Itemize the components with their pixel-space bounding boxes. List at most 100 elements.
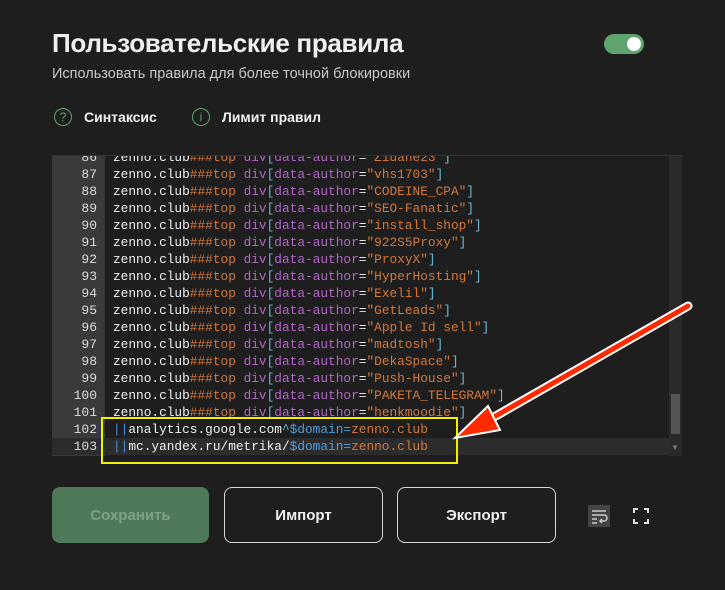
code-token: data-author	[274, 235, 359, 250]
editor-scrollbar[interactable]: ▼	[669, 156, 682, 456]
code-token: data-author	[274, 218, 359, 233]
code-line[interactable]: 95 zenno.club###top div[data-author="GetL…	[52, 302, 682, 319]
code-lines[interactable]: 86 zenno.club###top div[data-author="Zida…	[52, 155, 682, 455]
code-line[interactable]: 99 zenno.club###top div[data-author="Push…	[52, 370, 682, 387]
code-token: data-author	[274, 286, 359, 301]
code-token: div	[235, 337, 267, 352]
line-code: zenno.club###top div[data-author="Zidane…	[113, 155, 451, 166]
code-line[interactable]: 92 zenno.club###top div[data-author="Prox…	[52, 251, 682, 268]
code-token: ###	[189, 388, 213, 403]
code-token: data-author	[274, 303, 359, 318]
code-token: ]	[427, 286, 436, 301]
scrollbar-thumb[interactable]	[671, 394, 680, 434]
code-token: zenno.club	[113, 320, 190, 335]
line-code: zenno.club###top div[data-author="PAKETA…	[113, 387, 505, 404]
code-token: ###	[189, 184, 213, 199]
code-token: top	[212, 218, 236, 233]
code-token: zenno.club	[113, 167, 190, 182]
line-number: 96	[81, 320, 97, 335]
code-line[interactable]: 86 zenno.club###top div[data-author="Zida…	[52, 155, 682, 166]
line-code: zenno.club###top div[data-author="Exelil…	[113, 285, 436, 302]
code-token: "PAKETA_TELEGRAM"	[366, 388, 498, 403]
code-token: div	[235, 252, 267, 267]
code-token: ###	[189, 155, 213, 165]
code-token: ###	[189, 201, 213, 216]
syntax-link[interactable]: ? Синтаксис	[54, 108, 157, 126]
code-token: "GetLeads"	[366, 303, 444, 318]
code-token: ###	[189, 218, 213, 233]
line-number: 99	[81, 371, 97, 386]
code-token: zenno.club	[113, 201, 190, 216]
code-token: data-author	[274, 184, 359, 199]
code-token: ]	[435, 337, 444, 352]
code-token: top	[212, 371, 236, 386]
line-number: 95	[81, 303, 97, 318]
code-line[interactable]: 91 zenno.club###top div[data-author="922S…	[52, 234, 682, 251]
code-token: zenno.club	[113, 286, 190, 301]
code-token: ]	[497, 388, 505, 403]
code-token: ###	[189, 167, 213, 182]
code-token: ]	[443, 303, 451, 318]
page-title: Пользовательские правила	[52, 28, 404, 58]
line-code: zenno.club###top div[data-author="instal…	[113, 217, 482, 234]
line-number: 97	[81, 337, 97, 352]
code-token: div	[235, 303, 267, 318]
code-token: "CODEINE_CPA"	[366, 184, 467, 199]
code-token: ]	[473, 218, 482, 233]
code-token: zenno.club	[113, 371, 190, 386]
code-line[interactable]: 94 zenno.club###top div[data-author="Exel…	[52, 285, 682, 302]
code-line[interactable]: 93 zenno.club###top div[data-author="Hype…	[52, 268, 682, 285]
code-token: top	[212, 388, 236, 403]
code-token: "install_shop"	[366, 218, 474, 233]
code-token: data-author	[274, 252, 359, 267]
fullscreen-icon[interactable]	[630, 505, 652, 527]
code-token: "Push-House"	[366, 371, 459, 386]
code-token: ###	[189, 371, 213, 386]
export-button[interactable]: Экспорт	[397, 487, 556, 543]
code-token: ]	[466, 201, 474, 216]
code-token: zenno.club	[113, 303, 190, 318]
line-number: 92	[81, 252, 97, 267]
code-token: data-author	[274, 167, 359, 182]
code-line[interactable]: 87 zenno.club###top div[data-author="vhs1…	[52, 166, 682, 183]
code-token: "ProxyX"	[366, 252, 428, 267]
line-code: zenno.club###top div[data-author="DekaSp…	[113, 353, 459, 370]
code-token: ###	[189, 235, 213, 250]
code-token: ###	[189, 269, 213, 284]
code-token: ]	[427, 252, 436, 267]
import-button[interactable]: Импорт	[224, 487, 383, 543]
code-token: ###	[189, 354, 213, 369]
line-code: zenno.club###top div[data-author="Push-H…	[113, 370, 466, 387]
line-number: 98	[81, 354, 97, 369]
rules-limit-link[interactable]: i Лимит правил	[192, 108, 321, 126]
line-number: 94	[81, 286, 97, 301]
code-token: ]	[481, 320, 490, 335]
code-line[interactable]: 100 zenno.club###top div[data-author="PAK…	[52, 387, 682, 404]
code-line[interactable]: 98 zenno.club###top div[data-author="Deka…	[52, 353, 682, 370]
code-token: div	[235, 354, 267, 369]
code-token: ]	[458, 371, 467, 386]
save-button[interactable]: Сохранить	[52, 487, 209, 543]
code-token: ###	[189, 303, 213, 318]
code-token: ###	[189, 252, 213, 267]
rules-enabled-toggle[interactable]	[604, 34, 644, 54]
code-token: data-author	[274, 388, 359, 403]
code-token: ###	[189, 320, 213, 335]
code-line[interactable]: 96 zenno.club###top div[data-author="Appl…	[52, 319, 682, 336]
line-number: 86	[81, 155, 97, 165]
code-token: div	[235, 286, 267, 301]
code-token: data-author	[274, 337, 359, 352]
word-wrap-icon[interactable]	[588, 505, 610, 527]
code-line[interactable]: 97 zenno.club###top div[data-author="madt…	[52, 336, 682, 353]
code-line[interactable]: 89 zenno.club###top div[data-author="SEO-…	[52, 200, 682, 217]
code-token: ]	[458, 405, 467, 420]
code-token: "DekaSpace"	[366, 354, 451, 369]
line-number: 90	[81, 218, 97, 233]
code-token: zenno.club	[113, 388, 190, 403]
scroll-down-icon[interactable]: ▼	[671, 443, 679, 452]
code-token: ###	[189, 286, 213, 301]
code-line[interactable]: 90 zenno.club###top div[data-author="inst…	[52, 217, 682, 234]
code-line[interactable]: 88 zenno.club###top div[data-author="CODE…	[52, 183, 682, 200]
rules-editor[interactable]: 86 zenno.club###top div[data-author="Zida…	[52, 155, 682, 456]
code-token: div	[235, 184, 267, 199]
